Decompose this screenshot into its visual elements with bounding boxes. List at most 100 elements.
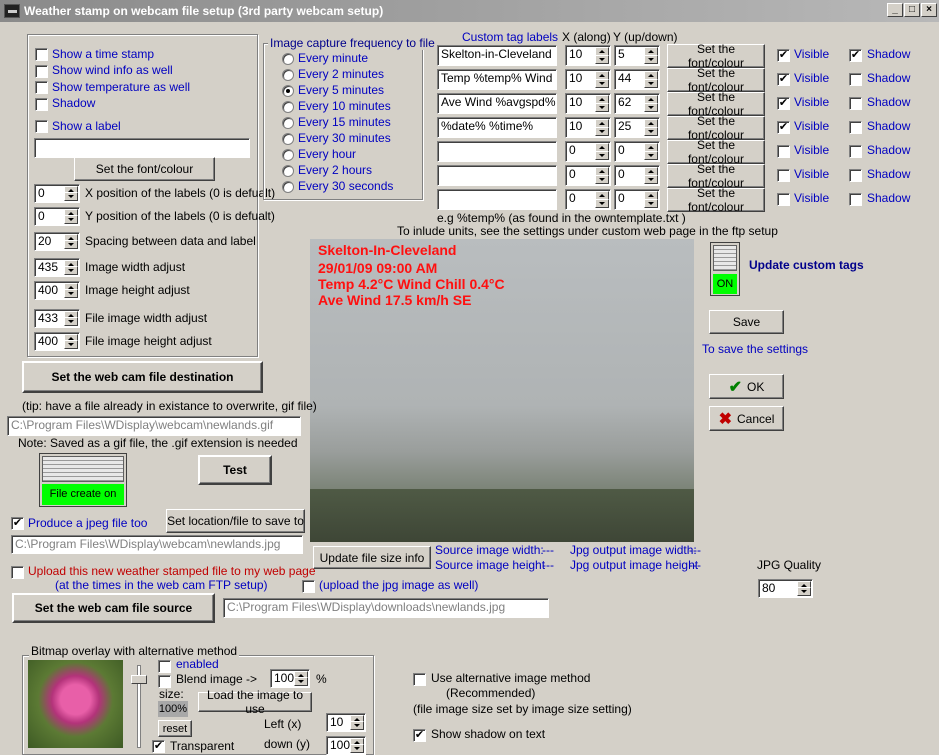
spin-down-icon[interactable] xyxy=(595,127,609,136)
source-path-field[interactable]: C:\Program Files\WDisplay\downloads\newl… xyxy=(223,598,549,618)
custom-x-spinner[interactable]: 0 xyxy=(565,165,611,186)
custom-shadow-checkbox[interactable] xyxy=(849,169,862,182)
spin-down-icon[interactable] xyxy=(350,721,364,730)
spin-down-icon[interactable] xyxy=(644,79,658,88)
custom-visible-checkbox[interactable]: ✔ xyxy=(777,121,790,134)
capture-radio[interactable] xyxy=(282,149,294,161)
spin-down-icon[interactable] xyxy=(595,199,609,208)
spin-down-icon[interactable] xyxy=(797,587,811,596)
spin-down-icon[interactable] xyxy=(294,677,308,686)
custom-x-spinner[interactable]: 10 xyxy=(565,93,611,114)
custom-tag-input[interactable]: Temp %temp% Wind Chi xyxy=(437,69,557,90)
custom-font-button[interactable]: Set the font/colour xyxy=(667,42,765,70)
custom-visible-checkbox[interactable] xyxy=(777,169,790,182)
opacity-slider[interactable] xyxy=(130,665,148,748)
custom-tag-input[interactable]: %date% %time% xyxy=(437,117,557,138)
temperature-checkbox[interactable] xyxy=(35,81,48,94)
slider-thumb[interactable] xyxy=(131,675,147,684)
alt-method-checkbox[interactable] xyxy=(413,673,426,686)
time-stamp-checkbox[interactable] xyxy=(35,48,48,61)
adjust-spinner[interactable]: 0 xyxy=(34,207,80,226)
spin-down-icon[interactable] xyxy=(595,103,609,112)
load-image-button[interactable]: Load the image to use xyxy=(198,688,312,716)
blend-spinner[interactable]: 100 xyxy=(270,669,310,688)
custom-x-spinner[interactable]: 0 xyxy=(565,141,611,162)
custom-visible-checkbox[interactable] xyxy=(777,193,790,206)
custom-shadow-checkbox[interactable] xyxy=(849,121,862,134)
spin-down-icon[interactable] xyxy=(350,744,364,753)
custom-y-spinner[interactable]: 0 xyxy=(614,189,660,210)
custom-y-spinner[interactable]: 44 xyxy=(614,69,660,90)
update-file-size-button[interactable]: Update file size info xyxy=(313,546,431,569)
bitmap-enabled-checkbox[interactable] xyxy=(158,660,171,673)
custom-visible-checkbox[interactable] xyxy=(777,145,790,158)
custom-tag-input[interactable]: Skelton-in-Cleveland xyxy=(437,45,557,66)
label-font-button[interactable]: Set the font/colour xyxy=(74,157,215,181)
destination-path-field[interactable]: C:\Program Files\WDisplay\webcam\newland… xyxy=(7,416,301,436)
transparent-checkbox[interactable]: ✔ xyxy=(152,740,165,753)
jpeg-path-field[interactable]: C:\Program Files\WDisplay\webcam\newland… xyxy=(11,535,303,554)
custom-font-button[interactable]: Set the font/colour xyxy=(667,186,765,214)
custom-tag-input[interactable] xyxy=(437,165,557,186)
custom-x-spinner[interactable]: 10 xyxy=(565,45,611,66)
custom-font-button[interactable]: Set the font/colour xyxy=(667,138,765,166)
custom-visible-checkbox[interactable]: ✔ xyxy=(777,97,790,110)
spin-down-icon[interactable] xyxy=(595,55,609,64)
set-jpeg-location-button[interactable]: Set location/file to save to xyxy=(166,509,305,533)
test-button[interactable]: Test xyxy=(198,455,272,485)
spin-down-icon[interactable] xyxy=(64,340,78,349)
custom-y-spinner[interactable]: 0 xyxy=(614,141,660,162)
custom-y-spinner[interactable]: 0 xyxy=(614,165,660,186)
custom-shadow-checkbox[interactable] xyxy=(849,73,862,86)
custom-font-button[interactable]: Set the font/colour xyxy=(667,66,765,94)
custom-y-spinner[interactable]: 25 xyxy=(614,117,660,138)
cancel-button[interactable]: ✖ Cancel xyxy=(709,406,784,431)
capture-radio[interactable] xyxy=(282,85,294,97)
custom-font-button[interactable]: Set the font/colour xyxy=(667,162,765,190)
custom-y-spinner[interactable]: 5 xyxy=(614,45,660,66)
capture-radio[interactable] xyxy=(282,53,294,65)
custom-y-spinner[interactable]: 62 xyxy=(614,93,660,114)
spin-down-icon[interactable] xyxy=(644,127,658,136)
spin-down-icon[interactable] xyxy=(64,240,78,249)
spin-down-icon[interactable] xyxy=(644,175,658,184)
adjust-spinner[interactable]: 400 xyxy=(34,332,80,351)
file-create-switch[interactable]: File create on xyxy=(39,453,127,507)
capture-radio[interactable] xyxy=(282,117,294,129)
spin-down-icon[interactable] xyxy=(64,317,78,326)
down-y-spinner[interactable]: 100 xyxy=(326,736,366,755)
spin-down-icon[interactable] xyxy=(644,151,658,160)
spin-down-icon[interactable] xyxy=(595,151,609,160)
wind-info-checkbox[interactable] xyxy=(35,65,48,78)
set-destination-button[interactable]: Set the web cam file destination xyxy=(22,361,263,393)
close-button[interactable]: × xyxy=(921,3,937,17)
shadow-text-checkbox[interactable]: ✔ xyxy=(413,729,426,742)
jpeg-checkbox[interactable]: ✔ xyxy=(11,517,24,530)
adjust-spinner[interactable]: 20 xyxy=(34,232,80,251)
spin-down-icon[interactable] xyxy=(644,199,658,208)
custom-shadow-checkbox[interactable] xyxy=(849,145,862,158)
spin-down-icon[interactable] xyxy=(64,289,78,298)
update-tags-switch[interactable]: ON xyxy=(710,242,740,296)
reset-size-button[interactable]: reset xyxy=(158,720,192,737)
left-x-spinner[interactable]: 10 xyxy=(326,713,366,732)
custom-shadow-checkbox[interactable] xyxy=(849,193,862,206)
spin-down-icon[interactable] xyxy=(64,266,78,275)
set-source-button[interactable]: Set the web cam file source xyxy=(12,593,215,623)
custom-tag-input[interactable] xyxy=(437,141,557,162)
custom-font-button[interactable]: Set the font/colour xyxy=(667,90,765,118)
adjust-spinner[interactable]: 435 xyxy=(34,258,80,277)
adjust-spinner[interactable]: 400 xyxy=(34,281,80,300)
save-button[interactable]: Save xyxy=(709,310,784,334)
custom-visible-checkbox[interactable]: ✔ xyxy=(777,73,790,86)
custom-shadow-checkbox[interactable]: ✔ xyxy=(849,49,862,62)
custom-visible-checkbox[interactable]: ✔ xyxy=(777,49,790,62)
minimize-button[interactable]: _ xyxy=(887,3,903,17)
spin-down-icon[interactable] xyxy=(595,175,609,184)
capture-radio[interactable] xyxy=(282,101,294,113)
spin-down-icon[interactable] xyxy=(644,55,658,64)
custom-shadow-checkbox[interactable] xyxy=(849,97,862,110)
show-label-checkbox[interactable] xyxy=(35,120,48,133)
custom-tag-input[interactable] xyxy=(437,189,557,210)
custom-x-spinner[interactable]: 10 xyxy=(565,117,611,138)
